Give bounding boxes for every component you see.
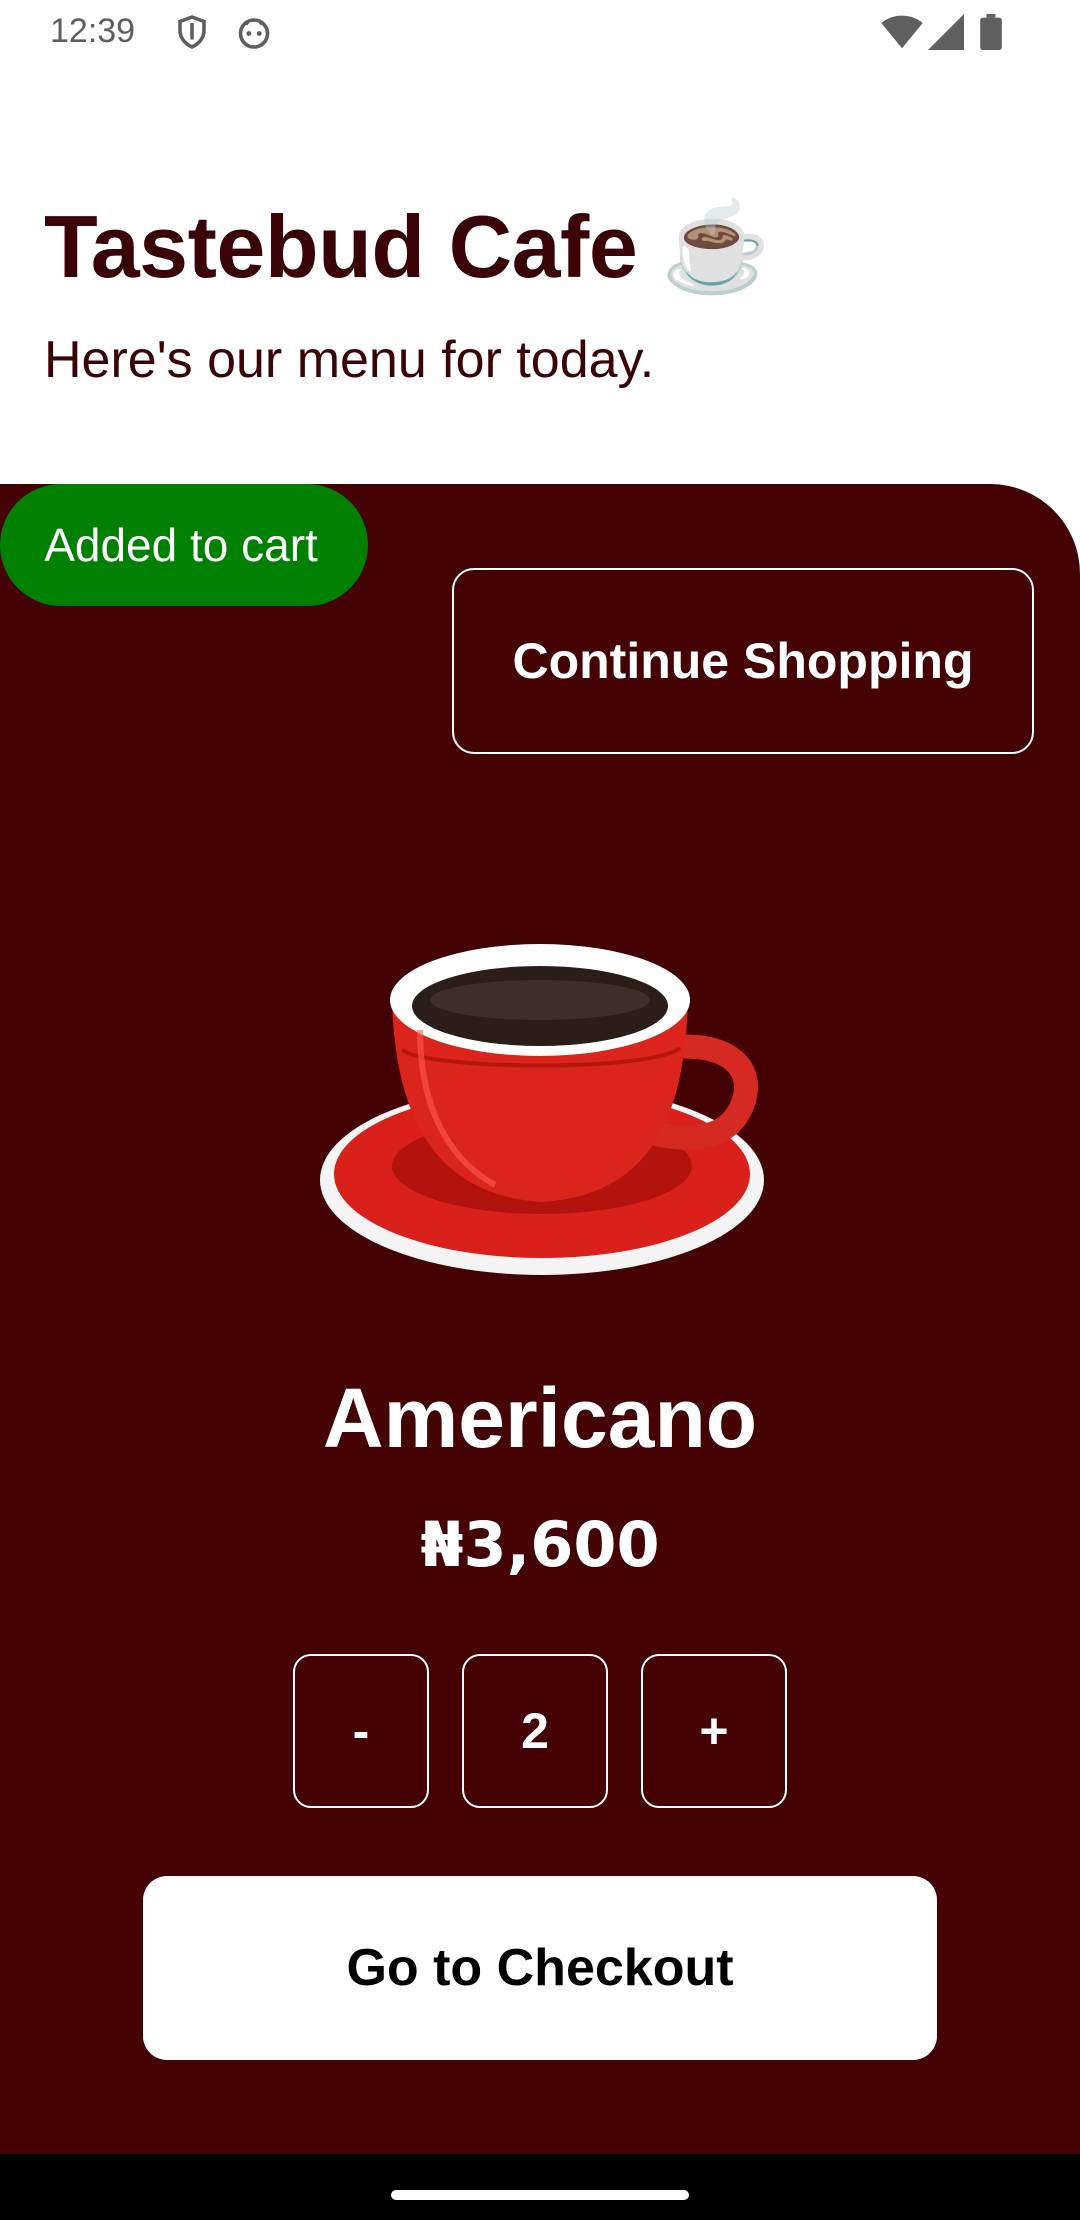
app-title: Tastebud Cafe ☕: [44, 197, 771, 296]
status-bar: 12:39: [0, 0, 1080, 64]
wifi-icon: [881, 15, 923, 49]
coffee-cup-image: [320, 944, 764, 1275]
product-name: Americano: [322, 1371, 758, 1465]
continue-shopping-button[interactable]: Continue Shopping: [452, 568, 1034, 754]
home-gesture-handle[interactable]: [391, 2190, 689, 2200]
go-to-checkout-button[interactable]: Go to Checkout: [143, 1876, 937, 2060]
signal-icon: [928, 14, 964, 50]
navigation-bar: [0, 2154, 1080, 2220]
added-to-cart-toast: Added to cart: [0, 484, 368, 606]
product-price: ₦3,600: [420, 1508, 660, 1581]
shield-icon: [178, 15, 206, 49]
battery-icon: [980, 14, 1002, 50]
increase-quantity-button[interactable]: +: [641, 1654, 787, 1808]
status-time: 12:39: [50, 12, 136, 50]
quantity-value: 2: [462, 1654, 608, 1808]
app-subtitle: Here's our menu for today.: [44, 331, 655, 389]
decrease-quantity-button[interactable]: -: [293, 1654, 429, 1808]
android-face-icon: [238, 18, 270, 49]
